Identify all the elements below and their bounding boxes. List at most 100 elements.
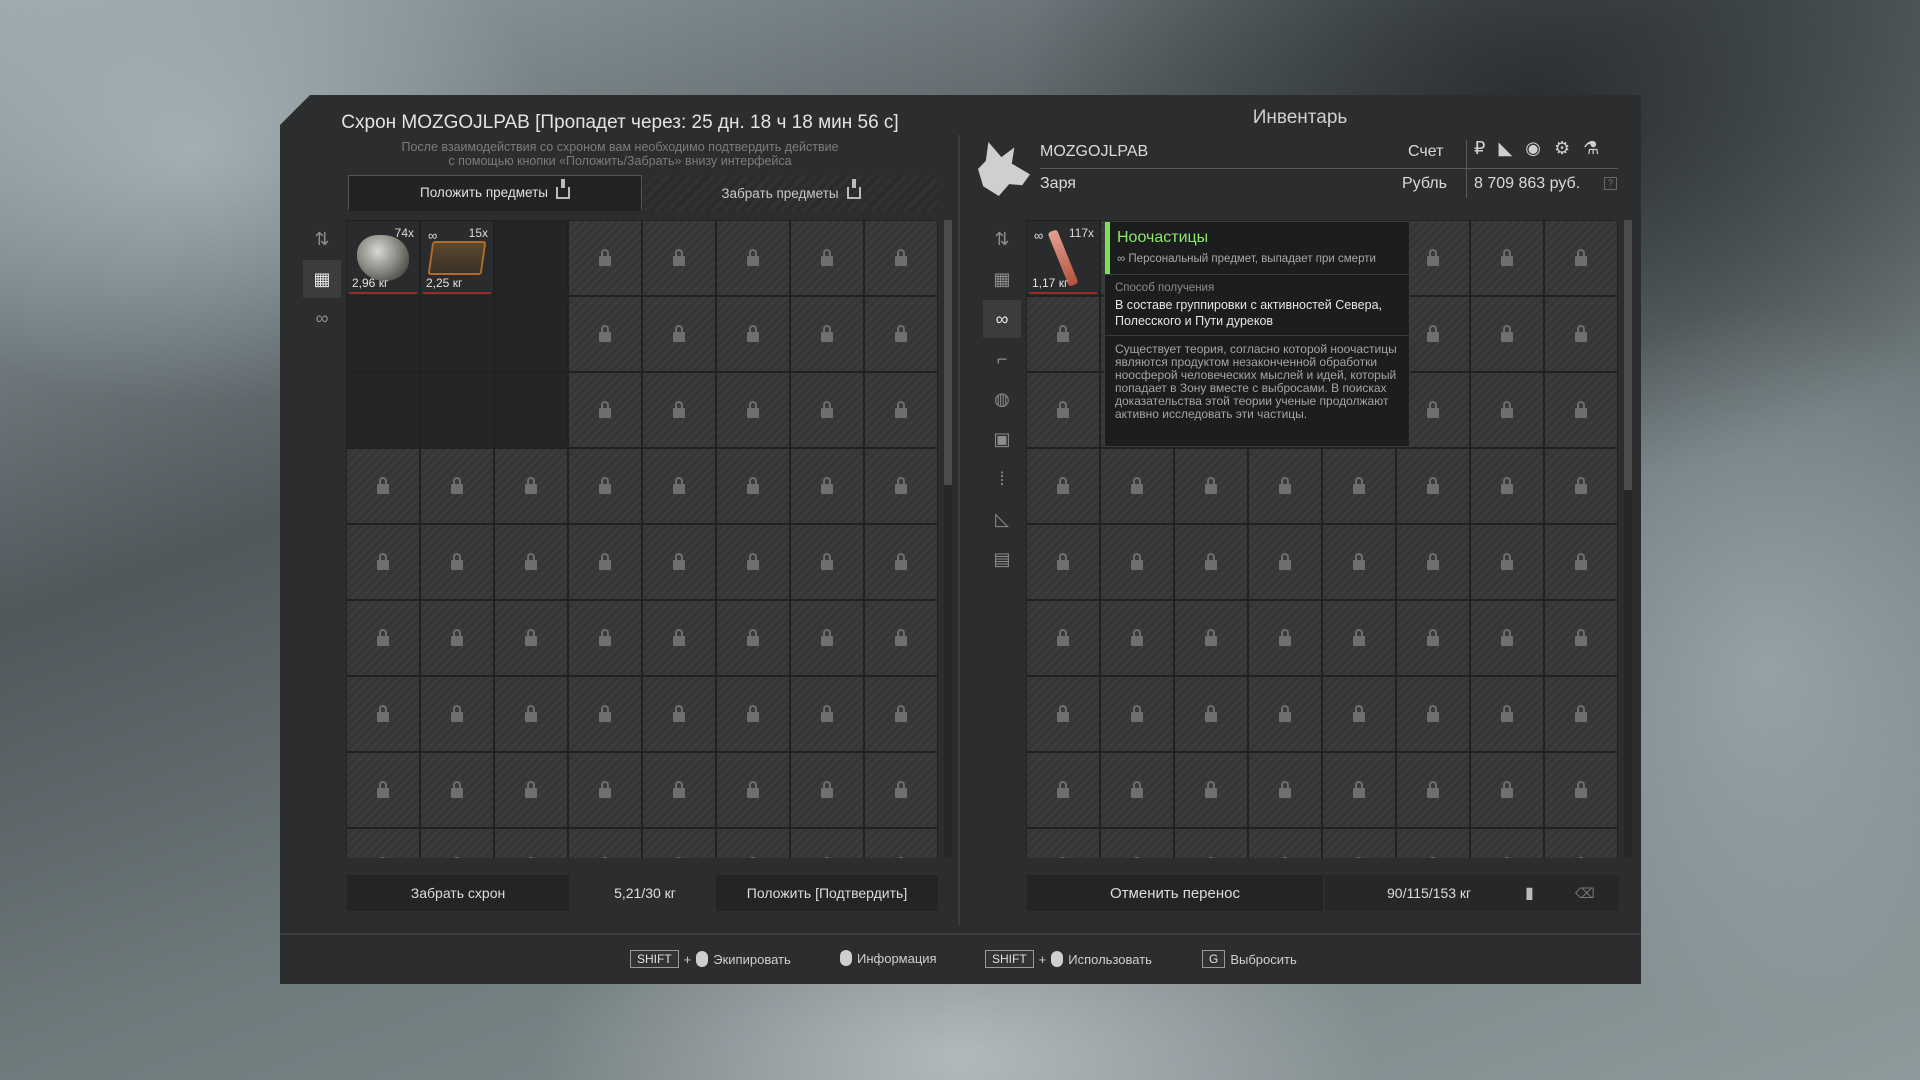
locked-cell (642, 220, 716, 296)
locked-cell (1100, 676, 1174, 752)
shift-key: SHIFT (985, 950, 1034, 968)
inventory-item[interactable]: ∞ 15x 2,25 кг (420, 220, 494, 296)
currency-line (1474, 168, 1618, 169)
tab-take-items[interactable]: Забрать предметы (644, 175, 938, 211)
inventory-item[interactable]: 74x 2,96 кг (346, 220, 420, 296)
lock-icon (821, 553, 833, 570)
locked-cell (642, 752, 716, 828)
link-filter-icon[interactable]: ∞ (983, 300, 1021, 338)
grid-view-icon[interactable]: ▦ (983, 260, 1021, 298)
locked-cell (1396, 448, 1470, 524)
locked-cell (642, 448, 716, 524)
locked-cell (1026, 752, 1100, 828)
artifact-filter-icon[interactable]: ◍ (983, 380, 1021, 418)
ammo-box-icon (427, 241, 487, 275)
take-stash-button[interactable]: Забрать схрон (347, 875, 569, 911)
stash-weight: 5,21/30 кг (614, 885, 676, 901)
link-filter-icon[interactable]: ∞ (303, 300, 341, 336)
lock-icon (1205, 629, 1217, 646)
lock-icon (673, 325, 685, 342)
trash-icon[interactable]: ⌫ (1575, 885, 1595, 902)
empty-cell[interactable] (346, 296, 420, 372)
medkit-filter-icon[interactable]: ▣ (983, 420, 1021, 458)
lock-icon (895, 249, 907, 266)
locked-cell (864, 524, 938, 600)
take-icon (846, 179, 861, 199)
locked-cell (1470, 676, 1544, 752)
tab-put-items[interactable]: Положить предметы (348, 175, 642, 211)
inventory-title: Инвентарь (1252, 107, 1348, 128)
lock-icon (821, 477, 833, 494)
lock-icon (1353, 629, 1365, 646)
lock-icon (1427, 249, 1439, 266)
locked-cell (346, 676, 420, 752)
empty-cell[interactable] (494, 296, 568, 372)
lock-icon (1057, 705, 1069, 722)
empty-cell[interactable] (420, 372, 494, 448)
locked-cell (642, 524, 716, 600)
lock-icon (1427, 629, 1439, 646)
inventory-scroll-thumb[interactable] (1624, 220, 1632, 490)
item-quantity: 117x (1068, 226, 1094, 240)
player-profile: MOZGOJLPAB Заря Счет Рубль ₽ ◣ ◉ ⚙ ⚗ 8 7… (978, 138, 1618, 200)
locked-cell (864, 220, 938, 296)
locked-cell (1544, 448, 1618, 524)
lock-icon (1575, 705, 1587, 722)
locked-cell (790, 372, 864, 448)
inventory-scrollbar[interactable] (1624, 220, 1632, 858)
backpack-icon[interactable]: ▮ (1525, 883, 1534, 903)
lock-icon (377, 629, 389, 646)
lock-icon (1575, 249, 1587, 266)
sort-icon[interactable]: ⇅ (983, 220, 1021, 258)
locked-cell (1026, 296, 1100, 372)
locked-cell (1100, 600, 1174, 676)
tooltip-separator (1105, 335, 1409, 336)
lock-icon (451, 477, 463, 494)
locked-cell (1248, 752, 1322, 828)
rifle-filter-icon[interactable]: ⌐ (983, 340, 1021, 378)
confirm-put-button[interactable]: Положить [Подтвердить] (716, 875, 938, 911)
lock-icon (451, 629, 463, 646)
lock-icon (747, 401, 759, 418)
lock-icon (673, 629, 685, 646)
lock-icon (673, 705, 685, 722)
lock-icon (1279, 781, 1291, 798)
locked-cell (790, 524, 864, 600)
hint-drop: G Выбросить (1202, 950, 1297, 968)
inventory-weight: 90/115/153 кг (1387, 885, 1472, 901)
inventory-item[interactable]: ∞ 117x 1,17 кг (1026, 220, 1100, 296)
locked-cell (1544, 296, 1618, 372)
stash-scroll-thumb[interactable] (944, 220, 952, 485)
locked-cell (420, 752, 494, 828)
container-filter-icon[interactable]: ▤ (983, 540, 1021, 578)
stash-scrollbar[interactable] (944, 220, 952, 858)
locked-cell (1544, 524, 1618, 600)
locked-cell (1248, 448, 1322, 524)
locked-cell (1100, 752, 1174, 828)
hint-info: Информация (840, 950, 937, 966)
locked-cell (568, 600, 642, 676)
currency-icons[interactable]: ₽ ◣ ◉ ⚙ ⚗ (1474, 138, 1603, 159)
stash-subtitle-line1: После взаимодействия со схроном вам необ… (401, 140, 839, 154)
locked-cell (1322, 448, 1396, 524)
lock-icon (1279, 553, 1291, 570)
lock-icon (673, 781, 685, 798)
help-icon[interactable]: ? (1604, 177, 1617, 190)
lock-icon (377, 781, 389, 798)
locked-cell (642, 296, 716, 372)
lock-icon (1501, 249, 1513, 266)
locked-cell (568, 752, 642, 828)
locked-cell (790, 220, 864, 296)
locked-cell (864, 828, 938, 858)
sort-icon[interactable]: ⇅ (303, 220, 341, 258)
empty-cell[interactable] (346, 372, 420, 448)
ammo-filter-icon[interactable]: ⁞ (983, 460, 1021, 498)
tools-filter-icon[interactable]: ◺ (983, 500, 1021, 538)
empty-cell[interactable] (494, 220, 568, 296)
empty-cell[interactable] (420, 296, 494, 372)
locked-cell (1026, 676, 1100, 752)
locked-cell (1396, 752, 1470, 828)
empty-cell[interactable] (494, 372, 568, 448)
cancel-transfer-button[interactable]: Отменить перенос (1027, 875, 1323, 911)
grid-view-icon[interactable]: ▦ (303, 260, 341, 298)
